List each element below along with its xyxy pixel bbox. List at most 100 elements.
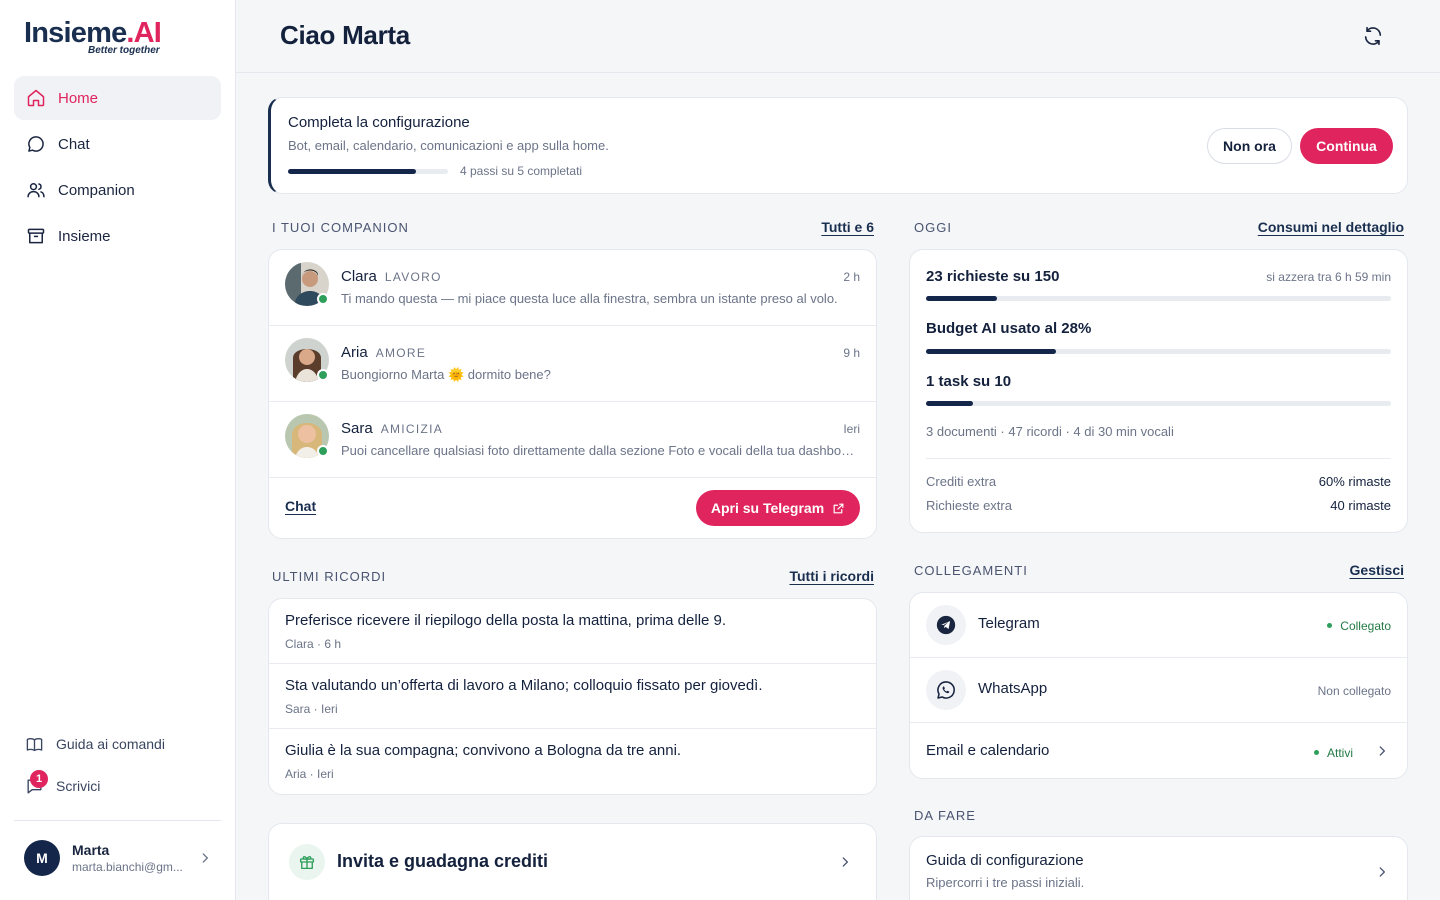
memory-item: Giulia è la sua compagna; convivono a Bo…	[269, 729, 876, 794]
companion-time: Ieri	[843, 422, 860, 436]
online-indicator	[317, 293, 329, 305]
connection-name: Email e calendario	[926, 742, 1050, 759]
connection-row-email-calendar[interactable]: Email e calendario Attivi	[910, 723, 1407, 778]
open-telegram-button[interactable]: Apri su Telegram	[696, 490, 860, 526]
companion-last-message: Ti mando questa — mi piace questa luce a…	[341, 291, 838, 306]
chevron-right-icon	[1379, 867, 1385, 877]
requests-label: 23 richieste su 150	[926, 268, 1060, 285]
user-email: marta.bianchi@gm...	[72, 860, 183, 874]
page-title: Ciao Marta	[280, 20, 410, 50]
sidebar-item-label: Insieme	[58, 227, 111, 245]
sidebar-item-label: Companion	[58, 181, 135, 199]
tasks-label: 1 task su 10	[926, 373, 1012, 390]
connection-name: WhatsApp	[978, 680, 1048, 697]
connection-status: Attivi	[1313, 746, 1353, 760]
memory-meta: Sara · Ieri	[285, 702, 338, 716]
whatsapp-icon	[926, 670, 966, 710]
budget-label: Budget AI usato al 28%	[926, 320, 1092, 337]
companion-name: Sara	[341, 420, 373, 437]
todo-subtitle: Ripercorri i tre passi iniziali.	[926, 875, 1085, 890]
companion-time: 9 h	[843, 346, 860, 360]
companions-card: Clara Lavoro 2 h Ti mando questa — mi pia…	[268, 249, 877, 539]
companions-footer: Chat Apri su Telegram	[269, 478, 876, 538]
todo-card[interactable]: Guida di configurazione Ripercorri i tre…	[909, 836, 1408, 900]
companion-row-aria[interactable]: Aria Amore 9 h Buongiorno Marta 🌞 dormito…	[269, 326, 876, 402]
home-icon	[26, 88, 46, 108]
companion-tag: Lavoro	[384, 270, 442, 284]
extra-credits-value: 60% rimaste	[1318, 474, 1391, 489]
sidebar-item-chat[interactable]: Chat	[14, 122, 221, 166]
archive-icon	[26, 226, 46, 246]
requests-reset-text: si azzera tra 6 h 59 min	[1266, 270, 1391, 284]
memory-text: Preferisce ricevere il riepilogo della p…	[285, 612, 727, 629]
connection-status: Collegato	[1327, 619, 1391, 633]
sidebar-item-home[interactable]: Home	[14, 76, 221, 120]
companion-name: Aria	[341, 344, 368, 361]
companion-tag: Amicizia	[380, 422, 444, 436]
guide-commands-label: Guida ai comandi	[56, 736, 165, 752]
user-name: Marta	[72, 842, 110, 858]
chevron-right-icon	[1379, 746, 1385, 756]
users-icon	[26, 180, 46, 200]
connection-name: Telegram	[978, 615, 1040, 632]
user-profile[interactable]: M Marta marta.bianchi@gm...	[24, 840, 214, 876]
external-link-icon	[833, 503, 844, 513]
connection-status: Non collegato	[1317, 684, 1391, 698]
divider	[926, 458, 1391, 459]
memory-item: Sta valutando un’offerta di lavoro a Mil…	[269, 664, 876, 729]
todo-title: Guida di configurazione	[926, 852, 1084, 869]
extra-credits-label: Crediti extra	[926, 474, 997, 489]
guide-commands-link[interactable]: Guida ai comandi	[14, 728, 221, 760]
chevron-right-icon	[202, 853, 208, 863]
extra-requests-label: Richieste extra	[926, 498, 1012, 513]
setup-progress-bar	[288, 169, 448, 174]
status-dot	[1327, 623, 1333, 629]
manage-connections-link[interactable]: Gestisci	[1350, 562, 1404, 578]
refresh-icon[interactable]	[1362, 25, 1384, 47]
memory-meta: Aria · Ieri	[285, 767, 334, 781]
companion-row-clara[interactable]: Clara Lavoro 2 h Ti mando questa — mi pia…	[269, 250, 876, 326]
book-icon	[24, 734, 44, 754]
sidebar-item-companion[interactable]: Companion	[14, 168, 221, 212]
avatar: M	[24, 840, 60, 876]
connection-row-whatsapp[interactable]: WhatsApp Non collegato	[910, 658, 1407, 723]
documents-summary: 3 documenti · 47 ricordi · 4 di 30 min v…	[926, 424, 1174, 439]
all-companions-link[interactable]: Tutti e 6	[821, 219, 874, 235]
connection-row-telegram[interactable]: Telegram Collegato	[910, 593, 1407, 658]
companion-row-sara[interactable]: Sara Amicizia Ieri Puoi cancellare qualsi…	[269, 402, 876, 478]
todo-section-title: Da fare	[914, 808, 976, 823]
chat-link[interactable]: Chat	[285, 498, 316, 514]
chat-bubble-icon	[26, 134, 46, 154]
brand-tagline: Better together	[88, 45, 160, 56]
not-now-button[interactable]: Non ora	[1207, 128, 1292, 164]
today-section-title: Oggi	[914, 220, 952, 235]
online-indicator	[317, 445, 329, 457]
setup-title: Completa la configurazione	[288, 114, 470, 131]
write-us-label: Scrivici	[56, 778, 101, 794]
invite-card[interactable]: Invita e guadagna crediti	[268, 823, 877, 900]
connections-section-title: Collegamenti	[914, 563, 1028, 578]
requests-progress-bar	[926, 296, 1391, 301]
invite-label: Invita e guadagna crediti	[337, 851, 549, 871]
companions-section-title: I tuoi companion	[272, 220, 409, 235]
brand-logo[interactable]: Insieme.AI Better together	[24, 16, 162, 56]
memory-text: Sta valutando un’offerta di lavoro a Mil…	[285, 677, 763, 694]
companion-time: 2 h	[843, 270, 860, 284]
continue-button[interactable]: Continua	[1300, 128, 1393, 164]
sidebar-nav: Home Chat Companion Insieme	[14, 76, 221, 260]
all-memories-link[interactable]: Tutti i ricordi	[789, 568, 874, 584]
sidebar: Insieme.AI Better together Home Chat Com…	[0, 0, 236, 900]
today-usage-card: 23 richieste su 150 si azzera tra 6 h 59…	[909, 249, 1408, 533]
chevron-right-icon	[842, 857, 848, 867]
companion-tag: Amore	[375, 346, 427, 360]
memories-section-title: Ultimi ricordi	[272, 569, 387, 584]
memory-item: Preferisce ricevere il riepilogo della p…	[269, 599, 876, 664]
sidebar-divider	[14, 820, 221, 821]
budget-progress-bar	[926, 349, 1391, 354]
online-indicator	[317, 369, 329, 381]
companion-name: Clara	[341, 268, 377, 285]
usage-details-link[interactable]: Consumi nel dettaglio	[1258, 219, 1404, 235]
write-us-link[interactable]: 1 Scrivici	[14, 770, 221, 802]
notification-badge: 1	[30, 770, 48, 788]
sidebar-item-insieme[interactable]: Insieme	[14, 214, 221, 258]
